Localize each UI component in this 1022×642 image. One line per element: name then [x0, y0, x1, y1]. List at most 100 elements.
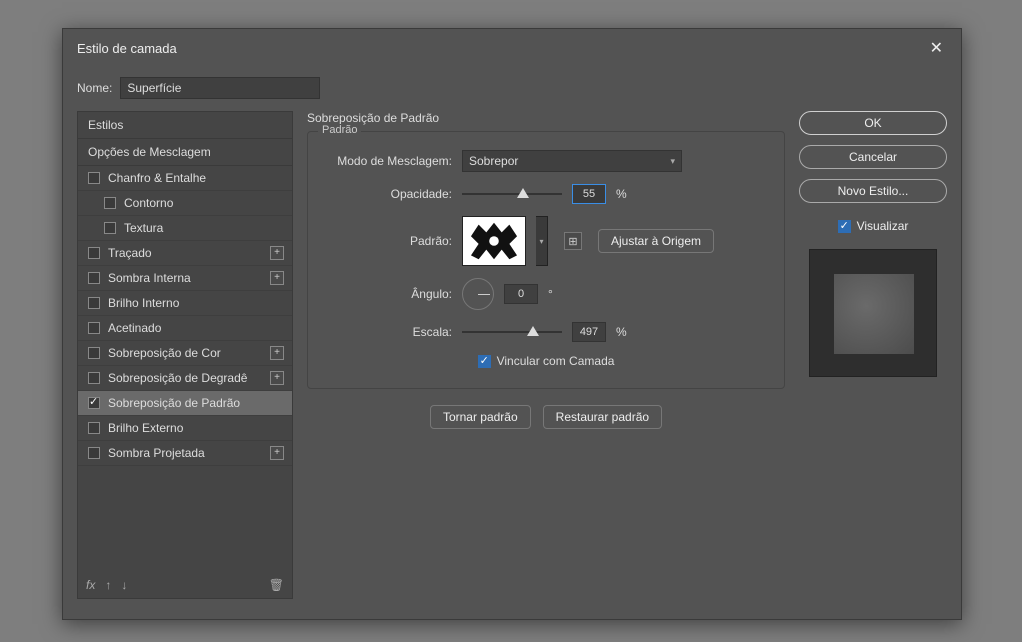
make-default-button[interactable]: Tornar padrão	[430, 405, 531, 429]
snap-to-origin-button[interactable]: Ajustar à Origem	[598, 229, 714, 253]
link-with-layer-row: Vincular com Camada	[322, 354, 770, 368]
sidebar-item-label: Traçado	[108, 246, 152, 260]
sidebar-item-label: Textura	[124, 221, 163, 235]
pattern-picker-chevron-icon[interactable]: ▾	[536, 216, 548, 266]
plus-icon[interactable]: +	[270, 246, 284, 260]
sidebar-item-label: Brilho Externo	[108, 421, 183, 435]
arrow-down-icon[interactable]: ↓	[121, 578, 127, 592]
checkbox-icon[interactable]	[88, 322, 100, 334]
sidebar-item-label: Contorno	[124, 196, 173, 210]
layer-style-dialog: Estilo de camada ✕ Nome: Estilos Opções …	[62, 28, 962, 620]
angle-label: Ângulo:	[322, 287, 452, 301]
sidebar-item-texture[interactable]: Textura	[78, 216, 292, 241]
visualize-row: Visualizar	[799, 219, 947, 233]
blend-mode-value: Sobrepor	[469, 154, 518, 168]
sidebar-item-satin[interactable]: Acetinado	[78, 316, 292, 341]
pattern-thumbnail-icon	[463, 217, 525, 265]
blend-mode-select[interactable]: Sobrepor ▾	[462, 150, 682, 172]
opacity-row: Opacidade: %	[322, 184, 770, 204]
sidebar-footer: fx ↑ ↓ 🗑	[78, 572, 292, 598]
checkbox-icon[interactable]	[88, 247, 100, 259]
fx-menu-icon[interactable]: fx	[86, 578, 95, 592]
checkbox-icon[interactable]	[88, 447, 100, 459]
pattern-overlay-panel: Sobreposição de Padrão Padrão Modo de Me…	[307, 111, 785, 599]
checkbox-icon[interactable]	[88, 272, 100, 284]
link-with-layer-label: Vincular com Camada	[497, 354, 615, 368]
plus-icon[interactable]: +	[270, 346, 284, 360]
checkbox-icon[interactable]	[104, 197, 116, 209]
sidebar-item-gradient-overlay[interactable]: Sobreposição de Degradê +	[78, 366, 292, 391]
preview-box	[809, 249, 937, 377]
sidebar-item-stroke[interactable]: Traçado +	[78, 241, 292, 266]
opacity-input[interactable]	[572, 184, 606, 204]
dialog-title: Estilo de camada	[77, 41, 177, 56]
scale-row: Escala: %	[322, 322, 770, 342]
checkbox-icon[interactable]	[88, 297, 100, 309]
trash-icon[interactable]: 🗑	[269, 578, 284, 592]
fieldset-legend: Padrão	[318, 124, 361, 136]
plus-icon[interactable]: +	[270, 446, 284, 460]
new-style-button[interactable]: Novo Estilo...	[799, 179, 947, 203]
preview-swatch	[834, 274, 914, 354]
chevron-down-icon: ▾	[670, 156, 675, 167]
degree-unit: °	[548, 287, 553, 301]
checkbox-icon[interactable]	[88, 372, 100, 384]
sidebar-item-bevel[interactable]: Chanfro & Entalhe	[78, 166, 292, 191]
sidebar-item-label: Acetinado	[108, 321, 161, 335]
ok-button[interactable]: OK	[799, 111, 947, 135]
blend-mode-label: Modo de Mesclagem:	[322, 154, 452, 168]
sidebar-item-inner-shadow[interactable]: Sombra Interna +	[78, 266, 292, 291]
reset-default-button[interactable]: Restaurar padrão	[543, 405, 662, 429]
main-columns: Estilos Opções de Mesclagem Chanfro & En…	[77, 111, 947, 599]
opacity-slider[interactable]	[462, 188, 562, 200]
checkbox-icon[interactable]	[88, 347, 100, 359]
pattern-row: Padrão: ▾ ⊞ Ajustar	[322, 216, 770, 266]
scale-input[interactable]	[572, 322, 606, 342]
scale-slider[interactable]	[462, 326, 562, 338]
sidebar-item-outer-glow[interactable]: Brilho Externo	[78, 416, 292, 441]
plus-icon[interactable]: +	[270, 271, 284, 285]
pattern-swatch[interactable]	[462, 216, 526, 266]
name-label: Nome:	[77, 81, 112, 95]
pattern-label: Padrão:	[322, 234, 452, 248]
scale-label: Escala:	[322, 325, 452, 339]
plus-icon[interactable]: +	[270, 371, 284, 385]
sidebar-item-color-overlay[interactable]: Sobreposição de Cor +	[78, 341, 292, 366]
sidebar-item-label: Sobreposição de Degradê	[108, 371, 247, 385]
close-icon[interactable]: ✕	[926, 34, 947, 62]
percent-unit: %	[616, 325, 627, 339]
link-with-layer-checkbox[interactable]	[478, 355, 491, 368]
sidebar-item-label: Sobreposição de Cor	[108, 346, 221, 360]
arrow-up-icon[interactable]: ↑	[105, 578, 111, 592]
sidebar-item-label: Sombra Projetada	[108, 446, 205, 460]
checkbox-icon[interactable]	[104, 222, 116, 234]
blend-mode-row: Modo de Mesclagem: Sobrepor ▾	[322, 150, 770, 172]
name-row: Nome:	[77, 77, 947, 99]
sidebar-item-label: Sombra Interna	[108, 271, 191, 285]
angle-input[interactable]	[504, 284, 538, 304]
sidebar-item-label: Chanfro & Entalhe	[108, 171, 206, 185]
angle-dial[interactable]	[462, 278, 494, 310]
default-buttons-row: Tornar padrão Restaurar padrão	[307, 405, 785, 429]
sidebar-styles-head[interactable]: Estilos	[78, 112, 292, 139]
dialog-titlebar: Estilo de camada ✕	[63, 29, 961, 67]
visualize-checkbox[interactable]	[838, 220, 851, 233]
checkbox-icon[interactable]	[88, 172, 100, 184]
cancel-button[interactable]: Cancelar	[799, 145, 947, 169]
sidebar-item-pattern-overlay[interactable]: Sobreposição de Padrão	[78, 391, 292, 416]
visualize-label: Visualizar	[857, 219, 909, 233]
sidebar-blend-opts[interactable]: Opções de Mesclagem	[78, 139, 292, 166]
sidebar-item-drop-shadow[interactable]: Sombra Projetada +	[78, 441, 292, 466]
checkbox-icon[interactable]	[88, 397, 100, 409]
sidebar-item-contour[interactable]: Contorno	[78, 191, 292, 216]
styles-sidebar: Estilos Opções de Mesclagem Chanfro & En…	[77, 111, 293, 599]
sidebar-item-label: Sobreposição de Padrão	[108, 396, 240, 410]
checkbox-icon[interactable]	[88, 422, 100, 434]
new-pattern-snapshot-icon[interactable]: ⊞	[564, 232, 582, 250]
sidebar-item-inner-glow[interactable]: Brilho Interno	[78, 291, 292, 316]
sidebar-item-label: Brilho Interno	[108, 296, 179, 310]
opacity-label: Opacidade:	[322, 187, 452, 201]
panel-title: Sobreposição de Padrão	[307, 111, 785, 125]
name-input[interactable]	[120, 77, 320, 99]
pattern-fieldset: Padrão Modo de Mesclagem: Sobrepor ▾ Opa…	[307, 131, 785, 389]
